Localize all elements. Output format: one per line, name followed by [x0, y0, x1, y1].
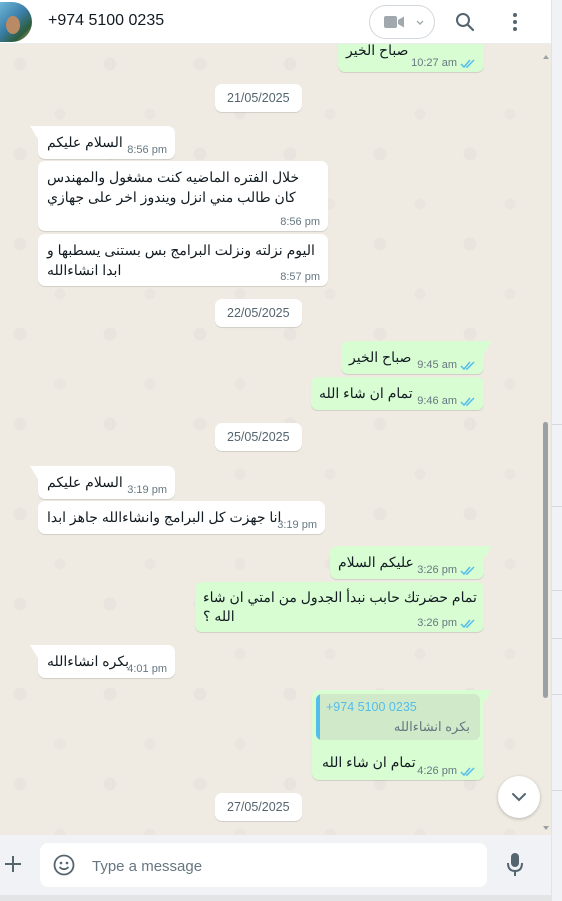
contact-avatar[interactable]: [0, 2, 32, 42]
chevron-down-icon: [512, 793, 526, 802]
date-separator: 21/05/2025: [215, 84, 302, 112]
date-separator: 25/05/2025: [215, 423, 302, 451]
message-meta: 10:27 am: [411, 57, 476, 69]
plus-icon: [5, 856, 21, 872]
contact-name[interactable]: +974 5100 0235: [48, 12, 164, 30]
message-meta: 4:01 pm: [127, 663, 167, 675]
message-text-line: كان طالب مني انزل ويندوز اخر على جهازي: [47, 189, 296, 205]
message-incoming[interactable]: السلام عليكم 3:19 pm: [30, 466, 175, 499]
message-incoming[interactable]: بكره انشاءالله 4:01 pm: [30, 645, 175, 678]
chat-header: +974 5100 0235: [0, 0, 551, 44]
scroll-to-bottom-button[interactable]: [498, 776, 540, 818]
message-time: 10:27 am: [411, 57, 457, 69]
quoted-message[interactable]: +974 5100 0235 بكره انشاءالله: [316, 694, 480, 740]
search-button[interactable]: [448, 5, 482, 39]
message-text: السلام عليكم: [47, 134, 123, 150]
message-meta: 8:57 pm: [280, 271, 320, 283]
message-time: 9:46 am: [417, 395, 457, 407]
message-meta: 3:19 pm: [127, 484, 167, 496]
message-text: صباح الخير: [346, 44, 409, 58]
video-camera-icon: [384, 16, 404, 28]
message-input[interactable]: [90, 843, 474, 889]
message-meta: 8:56 pm: [280, 216, 320, 228]
search-icon: [456, 13, 475, 32]
microphone-icon: [507, 853, 523, 876]
scrollbar-thumb[interactable]: [543, 422, 548, 698]
message-outgoing[interactable]: صباح الخير 9:45 am: [341, 341, 492, 374]
quote-accent-bar: [316, 694, 320, 740]
double-check-icon: [460, 58, 475, 68]
message-text-line: تمام حضرتك حابب نبدأ الجدول من امتي ان ش…: [203, 589, 477, 605]
chevron-down-icon: [416, 20, 424, 25]
window-bottom-edge: [0, 895, 551, 901]
message-time: 3:19 pm: [127, 484, 167, 496]
double-check-icon: [460, 396, 475, 406]
message-meta: 9:46 am: [417, 395, 476, 407]
message-text: بكره انشاءالله: [47, 653, 129, 669]
message-time: 3:26 pm: [417, 617, 457, 629]
message-text-line: خلال الفتره الماضيه كنت مشغول والمهندس: [47, 169, 300, 185]
message-time: 3:19 pm: [277, 519, 317, 531]
date-separator: 22/05/2025: [215, 299, 302, 327]
message-text-line: الله ؟: [203, 608, 235, 624]
double-check-icon: [460, 766, 475, 776]
message-text: السلام عليكم: [47, 474, 123, 490]
message-incoming[interactable]: اليوم نزلته ونزلت البرامج بس بستنى يسطبه…: [38, 234, 328, 286]
voice-message-button[interactable]: [503, 851, 527, 879]
double-check-icon: [460, 360, 475, 370]
message-time: 4:26 pm: [417, 765, 457, 777]
scroll-down-arrow-icon: [543, 826, 549, 830]
message-time: 4:01 pm: [127, 663, 167, 675]
message-time: 8:57 pm: [280, 271, 320, 283]
message-meta: 4:26 pm: [417, 765, 476, 777]
message-text-line: اليوم نزلته ونزلت البرامج بس بستنى يسطبه…: [47, 242, 315, 258]
message-list[interactable]: صباح الخير 10:27 am 21/05/2025 السلام عل…: [0, 44, 541, 835]
attach-button[interactable]: [0, 849, 26, 879]
message-outgoing[interactable]: تمام ان شاء الله 9:46 am: [311, 377, 484, 410]
date-separator: 27/05/2025: [215, 793, 302, 821]
emoji-icon[interactable]: [52, 853, 76, 877]
message-time: 3:26 pm: [417, 564, 457, 576]
message-incoming[interactable]: السلام عليكم 8:56 pm: [30, 126, 175, 159]
message-meta: 9:45 am: [417, 359, 476, 371]
message-input-container[interactable]: [40, 843, 487, 889]
message-text: تمام ان شاء الله: [319, 385, 413, 401]
message-composer: [0, 835, 551, 895]
message-outgoing-reply[interactable]: +974 5100 0235 بكره انشاءالله تمام ان شا…: [312, 690, 492, 780]
message-text: عليكم السلام: [338, 554, 414, 570]
message-meta: 8:56 pm: [127, 144, 167, 156]
double-check-icon: [460, 565, 475, 575]
more-vertical-icon: [513, 13, 517, 31]
message-outgoing[interactable]: صباح الخير 10:27 am: [338, 44, 484, 72]
message-text: انا جهزت كل البرامج وانشاءالله جاهز ابدا: [47, 509, 282, 525]
quote-sender: +974 5100 0235: [326, 700, 417, 714]
message-text: صباح الخير: [349, 349, 412, 365]
message-time: 8:56 pm: [127, 144, 167, 156]
message-text-line: ابدا انشاءالله: [47, 262, 122, 278]
message-text: تمام ان شاء الله: [322, 754, 416, 770]
video-call-button[interactable]: [369, 5, 435, 39]
double-check-icon: [460, 618, 475, 628]
right-edge-panel: [551, 0, 562, 901]
quote-text: بكره انشاءالله: [393, 719, 470, 734]
message-incoming[interactable]: انا جهزت كل البرامج وانشاءالله جاهز ابدا…: [38, 501, 325, 534]
message-time: 8:56 pm: [280, 216, 320, 228]
message-incoming[interactable]: خلال الفتره الماضيه كنت مشغول والمهندس ك…: [38, 161, 328, 231]
message-time: 9:45 am: [417, 359, 457, 371]
message-outgoing[interactable]: عليكم السلام 3:26 pm: [330, 546, 492, 579]
message-meta: 3:26 pm: [417, 564, 476, 576]
message-meta: 3:19 pm: [277, 519, 317, 531]
message-outgoing[interactable]: تمام حضرتك حابب نبدأ الجدول من امتي ان ش…: [195, 582, 484, 632]
menu-button[interactable]: [498, 5, 532, 39]
message-meta: 3:26 pm: [417, 617, 476, 629]
scroll-up-arrow-icon: [543, 55, 549, 59]
